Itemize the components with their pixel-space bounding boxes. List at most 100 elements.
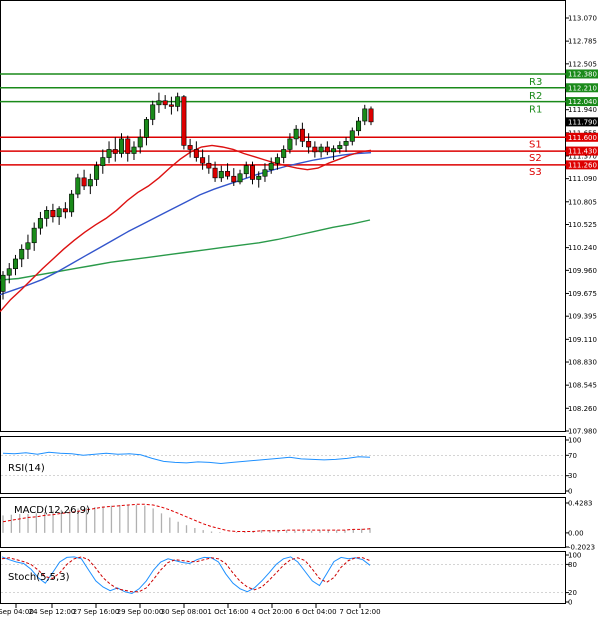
bull-candle-body: [293, 128, 299, 140]
bull-candle-body: [256, 175, 262, 180]
macd-title: MACD(12,26,9): [14, 505, 90, 516]
x-tick-label: 24 Sep 12:00: [29, 608, 76, 616]
bull-candle-body: [87, 179, 93, 187]
bull-candle-body: [94, 165, 100, 180]
x-tick-label: 29 Sep 00:00: [117, 608, 164, 616]
bear-candle-body: [112, 149, 118, 154]
bull-candle-body: [349, 130, 355, 142]
price-tick-label: 108.260: [568, 405, 597, 413]
level-label: S1: [529, 139, 542, 150]
x-tick-label: 1 Oct 16:00: [207, 608, 248, 616]
price-tick-label: 109.675: [568, 290, 597, 298]
bull-candle-body: [106, 149, 112, 158]
price-tick-label: 110.240: [568, 244, 597, 252]
bear-candle-body: [162, 100, 168, 106]
macd-tick-label: 0.00: [568, 529, 584, 537]
price-tick-label: 110.525: [568, 221, 597, 229]
price-tick-label: 110.805: [568, 198, 597, 206]
bear-candle-body: [187, 145, 193, 150]
bear-candle-body: [125, 138, 131, 154]
bull-candle-body: [19, 248, 25, 260]
bull-candle-body: [362, 108, 368, 122]
level-label: R3: [529, 77, 542, 88]
bear-candle-body: [206, 162, 212, 169]
bull-candle-body: [31, 227, 37, 244]
price-tick-label: 111.940: [568, 106, 597, 114]
bear-candle-body: [312, 146, 318, 153]
current-price-tag-text: 111.790: [568, 118, 597, 126]
bull-candle-body: [44, 210, 50, 219]
rsi-tick-label: 70: [568, 452, 577, 460]
rsi-tick-label: 0: [568, 488, 572, 496]
bull-candle-body: [318, 146, 324, 153]
stoch-title: Stoch(5,5,3): [8, 572, 70, 583]
candle: [181, 95, 187, 150]
level-label: S2: [529, 153, 542, 164]
bull-candle-body: [131, 146, 137, 154]
price-tick-label: 111.090: [568, 175, 597, 183]
bear-candle-body: [193, 149, 199, 158]
bull-candle-body: [150, 104, 156, 120]
stoch-tick-label: 20: [568, 589, 577, 597]
x-tick-label: 4 Oct 20:00: [251, 608, 292, 616]
bear-candle-body: [324, 146, 330, 153]
bull-candle-body: [56, 208, 62, 218]
price-tick-label: 112.785: [568, 38, 597, 46]
bear-candle-body: [62, 208, 68, 213]
rsi-title: RSI(14): [8, 463, 45, 474]
chart: 113.070112.785112.505112.220111.940111.6…: [0, 0, 600, 623]
bull-candle-body: [337, 145, 343, 149]
price-tick-label: 109.110: [568, 336, 597, 344]
bull-candle-body: [356, 120, 362, 132]
bear-candle-body: [168, 104, 174, 107]
bull-candle-body: [175, 96, 181, 107]
price-tick-label: 108.545: [568, 382, 597, 390]
stoch-tick-label: 80: [568, 561, 577, 569]
bull-candle-body: [287, 138, 293, 150]
bull-candle-body: [243, 165, 249, 175]
bear-candle-body: [368, 108, 374, 123]
bull-candle-body: [0, 274, 6, 292]
bull-candle-body: [281, 149, 287, 158]
price-tick-label: 108.830: [568, 359, 597, 367]
rsi-tick-label: 30: [568, 472, 577, 480]
bull-candle-body: [262, 169, 268, 177]
x-tick-label: 30 Sep 08:00: [161, 608, 208, 616]
level-price-tag-text: 111.600: [568, 134, 597, 142]
bull-candle-body: [69, 193, 75, 213]
level-label: R1: [529, 105, 542, 116]
x-tick-label: 7 Oct 12:00: [339, 608, 380, 616]
bear-candle-body: [306, 141, 312, 148]
bull-candle-body: [274, 157, 280, 164]
level-price-tag-text: 112.380: [568, 70, 597, 78]
bull-candle-body: [156, 100, 162, 106]
price-tick-label: 109.960: [568, 267, 597, 275]
rsi-tick-label: 100: [568, 437, 581, 445]
price-tick-label: 113.070: [568, 15, 597, 23]
bear-candle-body: [212, 167, 218, 179]
bear-candle-body: [200, 157, 206, 164]
bear-candle-body: [81, 177, 87, 187]
x-tick-label: 6 Oct 04:00: [295, 608, 336, 616]
bull-candle-body: [143, 119, 149, 138]
bull-candle-body: [268, 162, 274, 171]
bull-candle-body: [343, 141, 349, 146]
bear-candle-body: [231, 175, 237, 183]
price-tick-label: 107.980: [568, 428, 597, 436]
level-label: R2: [529, 91, 542, 102]
bull-candle-body: [137, 136, 143, 148]
bull-candle-body: [100, 157, 106, 166]
level-price-tag-text: 111.430: [568, 148, 597, 156]
stoch-tick-label: 0: [568, 599, 572, 607]
macd-tick-label: 0.4283: [568, 500, 593, 508]
bear-candle-body: [50, 210, 56, 218]
bull-candle-body: [331, 148, 337, 153]
level-price-tag-text: 111.260: [568, 161, 597, 169]
x-tick-label: 27 Sep 16:00: [73, 608, 120, 616]
bull-candle-body: [37, 218, 43, 229]
bull-candle-body: [6, 268, 12, 276]
bear-candle-body: [181, 96, 187, 146]
bear-candle-body: [225, 171, 231, 177]
price-tick-label: 112.505: [568, 60, 597, 68]
bull-candle-body: [25, 242, 31, 250]
